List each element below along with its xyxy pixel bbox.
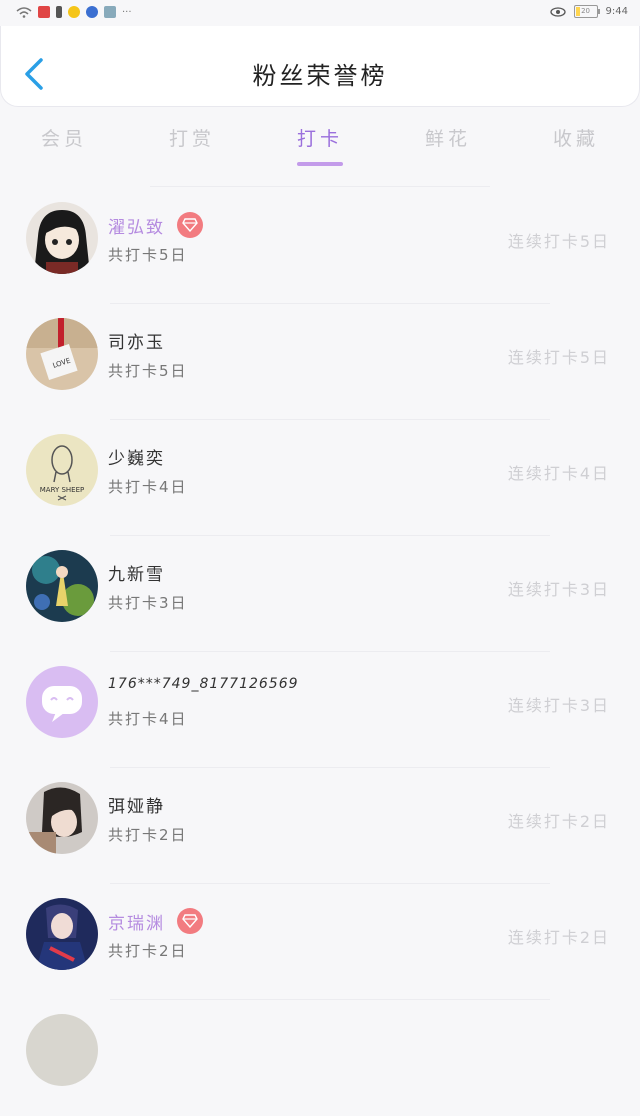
battery-icon: 20 bbox=[573, 5, 600, 18]
app-notification-icon bbox=[104, 6, 116, 18]
tab-checkin[interactable]: 打卡 bbox=[261, 118, 379, 172]
active-tab-indicator bbox=[297, 162, 343, 166]
tab-favorites[interactable]: 收藏 bbox=[517, 118, 635, 172]
tab-members[interactable]: 会员 bbox=[5, 118, 123, 172]
app-header: 粉丝荣誉榜 bbox=[0, 26, 640, 107]
list-item[interactable]: 九新雪 共打卡3日 连续打卡3日 bbox=[0, 536, 640, 652]
vip-diamond-icon bbox=[177, 908, 203, 934]
total-checkins: 共打卡4日 bbox=[108, 478, 188, 496]
checkin-streak: 连续打卡3日 bbox=[507, 696, 610, 715]
total-checkins: 共打卡3日 bbox=[108, 594, 188, 612]
avatar[interactable] bbox=[26, 202, 98, 274]
checkin-streak: 连续打卡5日 bbox=[507, 232, 610, 251]
list-item[interactable]: 弭娅静 共打卡2日 连续打卡2日 bbox=[0, 768, 640, 884]
avatar-caption: MARY SHEEP bbox=[40, 486, 85, 494]
list-item[interactable]: 176***749_8177126569 共打卡4日 连续打卡3日 bbox=[0, 652, 640, 768]
checkin-streak: 连续打卡2日 bbox=[507, 928, 610, 947]
default-avatar-icon bbox=[26, 666, 98, 738]
list-item[interactable] bbox=[0, 1000, 640, 1116]
total-checkins: 共打卡2日 bbox=[108, 942, 188, 960]
tab-bar: 会员 打赏 打卡 鲜花 收藏 bbox=[0, 118, 640, 172]
list-item[interactable]: 濯弘致 共打卡5日 连续打卡5日 bbox=[0, 188, 640, 304]
clock: 9:44 bbox=[605, 6, 628, 17]
vip-diamond-icon bbox=[177, 212, 203, 238]
avatar[interactable] bbox=[26, 898, 98, 970]
status-icons: ··· bbox=[16, 6, 132, 18]
user-name: 176***749_8177126569 bbox=[108, 676, 299, 692]
total-checkins: 共打卡5日 bbox=[108, 362, 188, 380]
list-item[interactable]: MARY SHEEP 少巍奕 共打卡4日 连续打卡4日 bbox=[0, 420, 640, 536]
checkin-streak: 连续打卡4日 bbox=[507, 464, 610, 483]
ranking-list: 濯弘致 共打卡5日 连续打卡5日 LOVE 司亦玉 共打卡5日 连续打卡5日 M… bbox=[0, 188, 640, 1116]
user-name: 少巍奕 bbox=[108, 449, 165, 469]
checkin-streak: 连续打卡5日 bbox=[507, 348, 610, 367]
avatar[interactable] bbox=[26, 1014, 98, 1086]
wifi-icon bbox=[16, 7, 32, 18]
eye-icon bbox=[549, 6, 566, 17]
user-name: 京瑞渊 bbox=[108, 913, 165, 934]
app-notification-icon bbox=[38, 6, 50, 18]
avatar[interactable]: MARY SHEEP bbox=[26, 434, 98, 506]
avatar[interactable]: LOVE bbox=[26, 318, 98, 390]
chat-notification-icon bbox=[68, 6, 80, 18]
checkin-streak: 连续打卡2日 bbox=[507, 812, 610, 831]
user-name: 司亦玉 bbox=[108, 333, 165, 353]
page-title: 粉丝荣誉榜 bbox=[252, 62, 388, 90]
total-checkins: 共打卡4日 bbox=[108, 710, 188, 728]
user-name: 弭娅静 bbox=[108, 797, 165, 817]
list-item[interactable]: LOVE 司亦玉 共打卡5日 连续打卡5日 bbox=[0, 304, 640, 420]
avatar[interactable] bbox=[26, 550, 98, 622]
app-notification-icon bbox=[56, 6, 62, 18]
avatar[interactable] bbox=[26, 666, 98, 738]
avatar[interactable] bbox=[26, 782, 98, 854]
tab-tips[interactable]: 打赏 bbox=[133, 118, 251, 172]
checkin-streak: 连续打卡3日 bbox=[507, 580, 610, 599]
tab-flowers[interactable]: 鲜花 bbox=[389, 118, 507, 172]
user-name: 九新雪 bbox=[108, 565, 165, 585]
total-checkins: 共打卡2日 bbox=[108, 826, 188, 844]
app-notification-icon bbox=[86, 6, 98, 18]
total-checkins: 共打卡5日 bbox=[108, 246, 188, 264]
list-item[interactable]: 京瑞渊 共打卡2日 连续打卡2日 bbox=[0, 884, 640, 1000]
status-bar: ··· 20 9:44 bbox=[0, 0, 640, 26]
user-name: 濯弘致 bbox=[108, 217, 165, 238]
divider bbox=[150, 186, 490, 187]
more-notifications-icon: ··· bbox=[122, 6, 132, 18]
